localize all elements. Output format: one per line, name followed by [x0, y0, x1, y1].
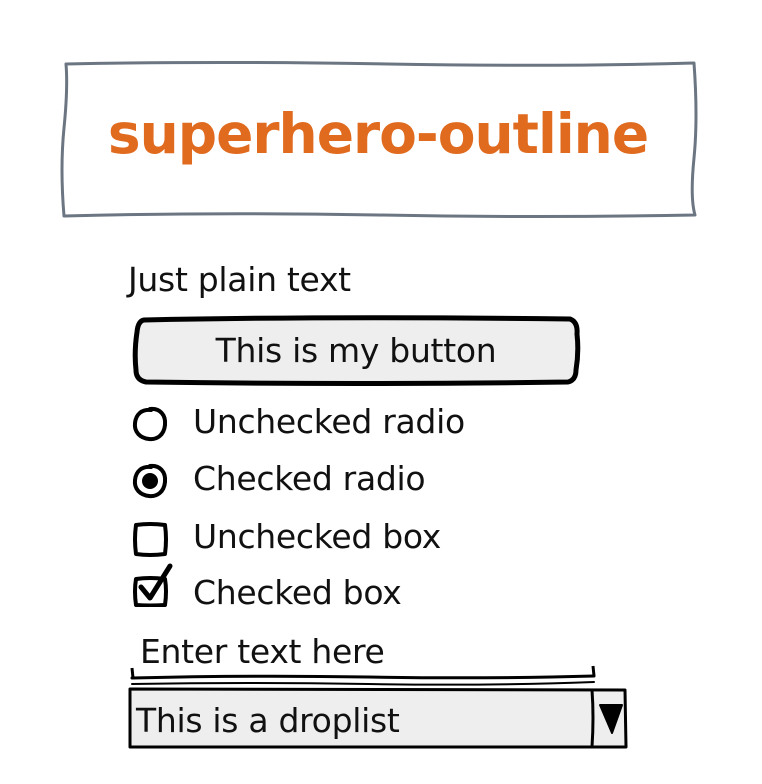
- checkbox-label: Unchecked box: [193, 517, 441, 556]
- checkbox-unchecked[interactable]: Unchecked box: [130, 517, 550, 561]
- checkbox-empty-icon: [133, 522, 168, 557]
- radio-filled-icon: [132, 463, 168, 499]
- page-title: superhero-outline: [107, 102, 649, 166]
- droplist[interactable]: This is a droplist: [128, 687, 628, 749]
- radio-label: Unchecked radio: [193, 402, 465, 441]
- plain-text-label: Just plain text: [128, 260, 351, 299]
- text-input-value: Enter text here: [140, 632, 385, 671]
- checkbox-label: Checked box: [193, 573, 402, 612]
- button-label: This is my button: [215, 331, 497, 370]
- radio-empty-icon: [132, 406, 168, 442]
- checkbox-checked[interactable]: Checked box: [130, 563, 550, 617]
- checkbox-checked-icon: [133, 563, 173, 607]
- droplist-value: This is a droplist: [136, 701, 400, 740]
- radio-label: Checked radio: [193, 459, 426, 498]
- radio-checked[interactable]: Checked radio: [130, 459, 550, 503]
- text-input[interactable]: Enter text here: [128, 630, 598, 686]
- radio-unchecked[interactable]: Unchecked radio: [130, 402, 550, 446]
- my-button[interactable]: This is my button: [130, 314, 582, 388]
- title-box: superhero-outline: [58, 58, 698, 222]
